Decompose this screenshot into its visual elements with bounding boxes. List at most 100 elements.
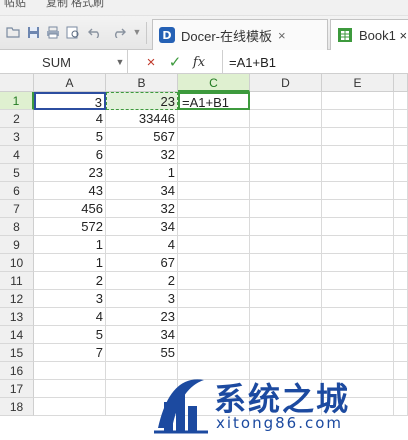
row-header[interactable]: 10: [0, 254, 34, 272]
cell[interactable]: [178, 254, 250, 272]
cell-b2[interactable]: 33446: [106, 110, 178, 128]
cell-b5[interactable]: 1: [106, 164, 178, 182]
cell[interactable]: [250, 290, 322, 308]
close-icon[interactable]: ×: [278, 28, 286, 43]
cell[interactable]: [178, 290, 250, 308]
cell-b12[interactable]: 3: [106, 290, 178, 308]
insert-function-icon[interactable]: fx: [188, 50, 210, 74]
cell[interactable]: [322, 182, 394, 200]
cell[interactable]: [394, 182, 408, 200]
cell-a11[interactable]: 2: [34, 272, 106, 290]
cell-a12[interactable]: 3: [34, 290, 106, 308]
cell[interactable]: [322, 200, 394, 218]
cell-a7[interactable]: 456: [34, 200, 106, 218]
cell[interactable]: [250, 92, 322, 110]
cell[interactable]: [178, 272, 250, 290]
cell[interactable]: [394, 272, 408, 290]
cell[interactable]: [322, 218, 394, 236]
row-header[interactable]: 16: [0, 362, 34, 380]
cell[interactable]: [322, 344, 394, 362]
cell[interactable]: [178, 236, 250, 254]
cell[interactable]: [178, 146, 250, 164]
cell-a10[interactable]: 1: [34, 254, 106, 272]
cell[interactable]: [394, 164, 408, 182]
row-header[interactable]: 17: [0, 380, 34, 398]
row-header[interactable]: 12: [0, 290, 34, 308]
cell[interactable]: [250, 200, 322, 218]
print-icon[interactable]: [46, 25, 60, 39]
column-header-d[interactable]: D: [250, 74, 322, 92]
cell[interactable]: [250, 344, 322, 362]
cell[interactable]: [250, 218, 322, 236]
row-header[interactable]: 9: [0, 236, 34, 254]
cell[interactable]: [322, 164, 394, 182]
cell-a4[interactable]: 6: [34, 146, 106, 164]
cell[interactable]: [322, 128, 394, 146]
cell-a2[interactable]: 4: [34, 110, 106, 128]
row-header[interactable]: 1: [0, 92, 34, 110]
cell[interactable]: [394, 308, 408, 326]
tab-docer[interactable]: D Docer-在线模板 ×: [152, 19, 328, 50]
row-header[interactable]: 2: [0, 110, 34, 128]
cell[interactable]: [322, 308, 394, 326]
cell[interactable]: [250, 110, 322, 128]
cell[interactable]: [250, 128, 322, 146]
cell[interactable]: [250, 326, 322, 344]
cell[interactable]: [322, 272, 394, 290]
cell-a18[interactable]: [34, 398, 106, 416]
cell[interactable]: [178, 326, 250, 344]
row-header[interactable]: 15: [0, 344, 34, 362]
cell-a14[interactable]: 5: [34, 326, 106, 344]
cell-a16[interactable]: [34, 362, 106, 380]
name-box[interactable]: SUM ▼: [0, 50, 128, 74]
undo-icon[interactable]: [88, 25, 102, 39]
row-header[interactable]: 3: [0, 128, 34, 146]
cell-a8[interactable]: 572: [34, 218, 106, 236]
cell[interactable]: [250, 272, 322, 290]
cell-b8[interactable]: 34: [106, 218, 178, 236]
confirm-icon[interactable]: ✓: [164, 50, 186, 74]
cell[interactable]: [322, 146, 394, 164]
cell-a13[interactable]: 4: [34, 308, 106, 326]
cell-a6[interactable]: 43: [34, 182, 106, 200]
redo-dropdown-icon[interactable]: ▼: [130, 25, 144, 39]
cell[interactable]: [322, 110, 394, 128]
cell[interactable]: [394, 92, 408, 110]
row-header[interactable]: 5: [0, 164, 34, 182]
cell-a9[interactable]: 1: [34, 236, 106, 254]
cell[interactable]: [250, 146, 322, 164]
cell[interactable]: [178, 344, 250, 362]
cell[interactable]: [178, 218, 250, 236]
cell-b6[interactable]: 34: [106, 182, 178, 200]
cell-a5[interactable]: 23: [34, 164, 106, 182]
cell[interactable]: [394, 326, 408, 344]
cell-b14[interactable]: 34: [106, 326, 178, 344]
cell-b11[interactable]: 2: [106, 272, 178, 290]
cell[interactable]: [322, 236, 394, 254]
cell-a17[interactable]: [34, 380, 106, 398]
active-edit-cell-c1[interactable]: =A1+B1: [178, 92, 250, 110]
cell[interactable]: [178, 200, 250, 218]
cell[interactable]: [322, 92, 394, 110]
cell[interactable]: [394, 236, 408, 254]
cell[interactable]: [178, 110, 250, 128]
row-header[interactable]: 6: [0, 182, 34, 200]
cell[interactable]: [178, 308, 250, 326]
cell[interactable]: [178, 128, 250, 146]
save-icon[interactable]: [26, 25, 40, 39]
cell-a15[interactable]: 7: [34, 344, 106, 362]
column-header-c[interactable]: C: [178, 74, 250, 92]
select-all-corner[interactable]: [0, 74, 34, 92]
cell-a1[interactable]: 3: [34, 92, 106, 110]
cell[interactable]: [394, 110, 408, 128]
cell-b15[interactable]: 55: [106, 344, 178, 362]
cell-a3[interactable]: 5: [34, 128, 106, 146]
column-header-e[interactable]: E: [322, 74, 394, 92]
chevron-down-icon[interactable]: ▼: [113, 57, 127, 67]
formula-input[interactable]: =A1+B1: [222, 50, 408, 74]
row-header[interactable]: 13: [0, 308, 34, 326]
cell[interactable]: [394, 254, 408, 272]
cell-b7[interactable]: 32: [106, 200, 178, 218]
cell[interactable]: [322, 290, 394, 308]
cell-b10[interactable]: 67: [106, 254, 178, 272]
